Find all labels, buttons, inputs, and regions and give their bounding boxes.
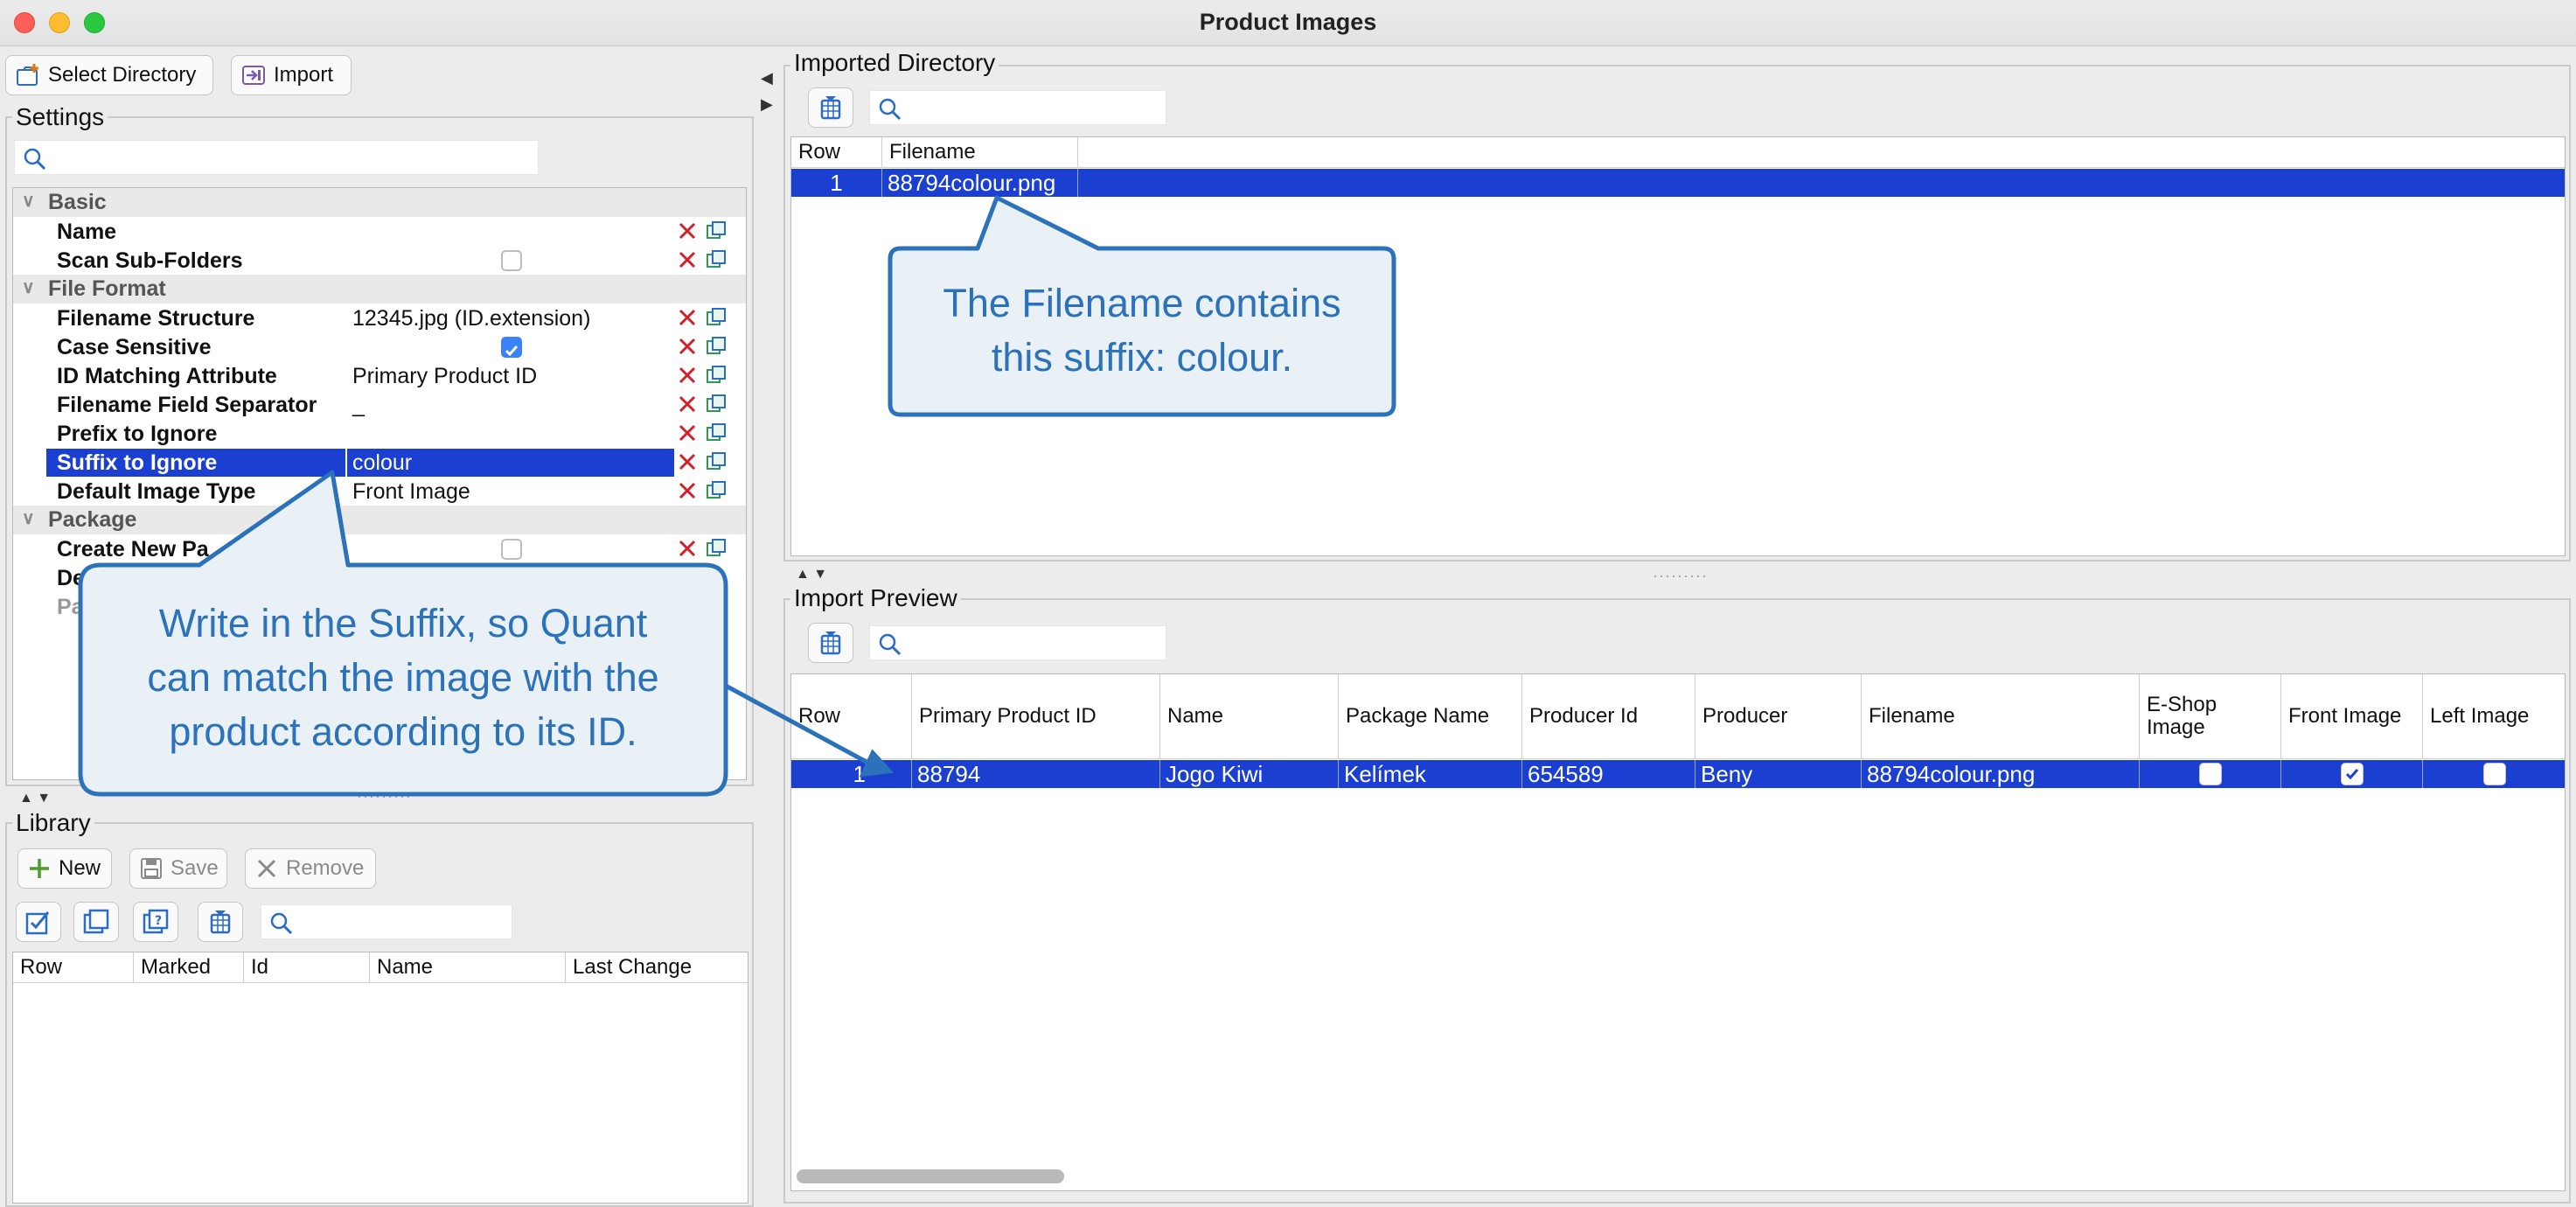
pointer-arrow-line	[724, 683, 876, 769]
suffix-callout-text: Write in the Suffix, so Quant can match …	[147, 601, 659, 754]
filename-callout-text: The Filename contains this suffix: colou…	[943, 281, 1341, 380]
pointer-arrowhead	[859, 749, 895, 778]
